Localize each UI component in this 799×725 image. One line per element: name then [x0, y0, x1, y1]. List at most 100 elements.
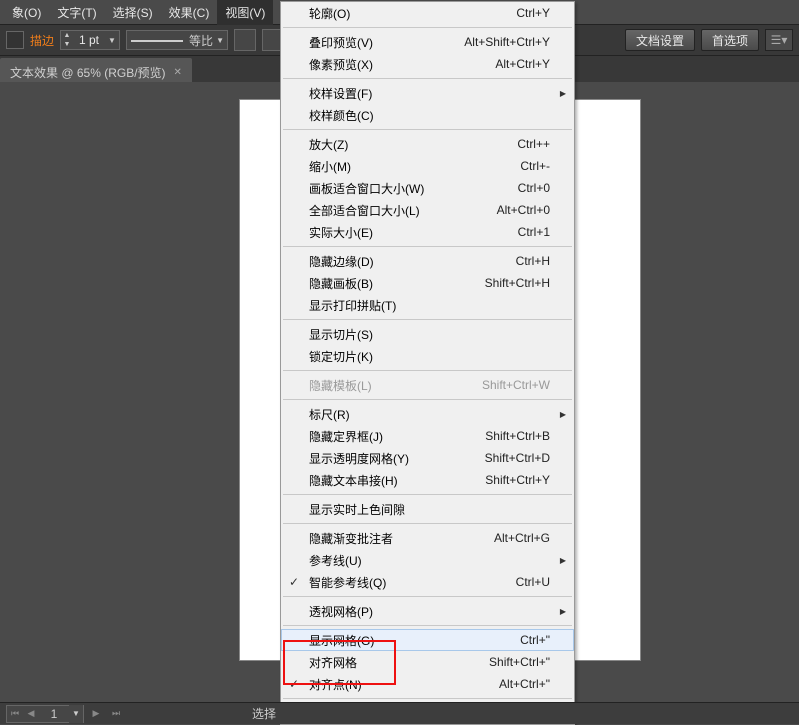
- stroke-style-dropdown[interactable]: 等比 ▼: [126, 30, 228, 50]
- menu-item-label: 显示透明度网格(Y): [309, 450, 485, 467]
- menu-item-shortcut: Shift+Ctrl+Y: [485, 473, 550, 487]
- menu-item-label: 显示网格(G): [309, 632, 520, 649]
- menu-separator: [283, 698, 572, 699]
- menu-item[interactable]: 隐藏定界框(J)Shift+Ctrl+B: [281, 425, 574, 447]
- menu-item[interactable]: 显示打印拼贴(T): [281, 294, 574, 316]
- toolbar-option-1[interactable]: [234, 29, 256, 51]
- menu-item[interactable]: 隐藏渐变批注者Alt+Ctrl+G: [281, 527, 574, 549]
- menu-item-shortcut: Alt+Ctrl+0: [497, 203, 550, 217]
- menu-item[interactable]: 显示实时上色间隙: [281, 498, 574, 520]
- close-icon[interactable]: ✕: [174, 67, 182, 78]
- menu-item-label: 实际大小(E): [309, 224, 518, 241]
- menu-separator: [283, 399, 572, 400]
- menu-item-label: 隐藏定界框(J): [309, 428, 485, 445]
- prev-page-icon[interactable]: ◀: [23, 706, 39, 722]
- menu-item: 隐藏模板(L)Shift+Ctrl+W: [281, 374, 574, 396]
- menu-item[interactable]: 校样设置(F): [281, 82, 574, 104]
- menu-separator: [283, 596, 572, 597]
- menu-item-shortcut: Shift+Ctrl+B: [485, 429, 550, 443]
- menu-separator: [283, 27, 572, 28]
- menu-item[interactable]: 画板适合窗口大小(W)Ctrl+0: [281, 177, 574, 199]
- menu-item-label: 放大(Z): [309, 136, 517, 153]
- menu-item[interactable]: 显示透明度网格(Y)Shift+Ctrl+D: [281, 447, 574, 469]
- chevron-down-icon[interactable]: ▼: [69, 705, 83, 723]
- menu-item-label: 隐藏文本串接(H): [309, 472, 485, 489]
- stroke-color-swatch[interactable]: [6, 31, 24, 49]
- menu-separator: [283, 246, 572, 247]
- menu-item[interactable]: 视图(V): [217, 0, 273, 25]
- menu-item-label: 校样设置(F): [309, 85, 550, 102]
- menu-item-shortcut: Ctrl+U: [516, 575, 550, 589]
- menu-item[interactable]: 智能参考线(Q)Ctrl+U: [281, 571, 574, 593]
- chevron-down-icon[interactable]: ▼: [213, 31, 227, 49]
- stroke-weight-input[interactable]: ▲▼ 1 pt ▼: [60, 30, 120, 50]
- menu-item[interactable]: 实际大小(E)Ctrl+1: [281, 221, 574, 243]
- page-navigator[interactable]: ⏮ ◀ 1 ▼: [6, 705, 84, 723]
- menu-item-label: 智能参考线(Q): [309, 574, 516, 591]
- first-page-icon[interactable]: ⏮: [7, 706, 23, 722]
- menu-item-shortcut: Alt+Ctrl+": [499, 677, 550, 691]
- page-value: 1: [39, 707, 69, 721]
- document-tab-title: 文本效果 @ 65% (RGB/预览): [10, 64, 166, 81]
- menu-item-label: 画板适合窗口大小(W): [309, 180, 518, 197]
- menu-item-shortcut: Ctrl+-: [520, 159, 550, 173]
- next-page-icon[interactable]: ▶: [88, 706, 104, 722]
- menu-item-shortcut: Ctrl+1: [518, 225, 550, 239]
- stepper-down-icon[interactable]: ▼: [61, 40, 73, 49]
- menu-item-label: 缩小(M): [309, 158, 520, 175]
- menu-item-label: 对齐网格: [309, 654, 489, 671]
- menu-item-label: 显示实时上色间隙: [309, 501, 550, 518]
- menu-item[interactable]: 锁定切片(K): [281, 345, 574, 367]
- menu-separator: [283, 625, 572, 626]
- menu-separator: [283, 523, 572, 524]
- status-bar: ⏮ ◀ 1 ▼ ▶ ⏭ 选择: [0, 702, 799, 724]
- last-page-icon[interactable]: ⏭: [108, 706, 124, 722]
- menu-item[interactable]: 透视网格(P): [281, 600, 574, 622]
- menu-item-label: 像素预览(X): [309, 56, 495, 73]
- menu-item[interactable]: 象(O): [4, 0, 49, 25]
- menu-item[interactable]: 效果(C): [161, 0, 218, 25]
- menu-item[interactable]: 隐藏画板(B)Shift+Ctrl+H: [281, 272, 574, 294]
- menu-item[interactable]: 选择(S): [105, 0, 161, 25]
- gear-icon[interactable]: ☰▾: [765, 29, 793, 51]
- menu-item[interactable]: 标尺(R): [281, 403, 574, 425]
- menu-item-label: 透视网格(P): [309, 603, 550, 620]
- menu-item-label: 隐藏画板(B): [309, 275, 485, 292]
- menu-item-label: 隐藏边缘(D): [309, 253, 516, 270]
- menu-item-label: 对齐点(N): [309, 676, 499, 693]
- menu-item[interactable]: 显示网格(G)Ctrl+": [281, 629, 574, 651]
- stepper-up-icon[interactable]: ▲: [61, 31, 73, 40]
- menu-item[interactable]: 缩小(M)Ctrl+-: [281, 155, 574, 177]
- menu-separator: [283, 319, 572, 320]
- menu-item-label: 校样颜色(C): [309, 107, 550, 124]
- preferences-button[interactable]: 首选项: [701, 29, 759, 51]
- menu-item[interactable]: 全部适合窗口大小(L)Alt+Ctrl+0: [281, 199, 574, 221]
- stroke-weight-value: 1 pt: [73, 33, 105, 47]
- chevron-down-icon[interactable]: ▼: [105, 31, 119, 49]
- menu-item[interactable]: 像素预览(X)Alt+Ctrl+Y: [281, 53, 574, 75]
- menu-separator: [283, 129, 572, 130]
- menu-item-label: 显示切片(S): [309, 326, 550, 343]
- menu-item[interactable]: 校样颜色(C): [281, 104, 574, 126]
- document-setup-button[interactable]: 文档设置: [625, 29, 695, 51]
- menu-item[interactable]: 显示切片(S): [281, 323, 574, 345]
- menu-item-shortcut: Shift+Ctrl+H: [485, 276, 550, 290]
- stroke-scale-label: 等比: [189, 32, 213, 49]
- menu-item[interactable]: 隐藏文本串接(H)Shift+Ctrl+Y: [281, 469, 574, 491]
- menu-item[interactable]: 对齐点(N)Alt+Ctrl+": [281, 673, 574, 695]
- menu-item-label: 标尺(R): [309, 406, 550, 423]
- menu-item[interactable]: 对齐网格Shift+Ctrl+": [281, 651, 574, 673]
- menu-item[interactable]: 参考线(U): [281, 549, 574, 571]
- menu-item-shortcut: Ctrl+H: [516, 254, 550, 268]
- menu-item[interactable]: 叠印预览(V)Alt+Shift+Ctrl+Y: [281, 31, 574, 53]
- menu-item-shortcut: Alt+Ctrl+G: [494, 531, 550, 545]
- menu-item[interactable]: 轮廓(O)Ctrl+Y: [281, 2, 574, 24]
- menu-item-label: 轮廓(O): [309, 5, 516, 22]
- menu-item-shortcut: Shift+Ctrl+": [489, 655, 550, 669]
- stroke-preview: [127, 31, 187, 49]
- document-tab[interactable]: 文本效果 @ 65% (RGB/预览) ✕: [0, 58, 192, 82]
- menu-item[interactable]: 文字(T): [49, 0, 104, 25]
- menu-item[interactable]: 隐藏边缘(D)Ctrl+H: [281, 250, 574, 272]
- menu-item[interactable]: 放大(Z)Ctrl++: [281, 133, 574, 155]
- menu-item-shortcut: Ctrl+0: [518, 181, 550, 195]
